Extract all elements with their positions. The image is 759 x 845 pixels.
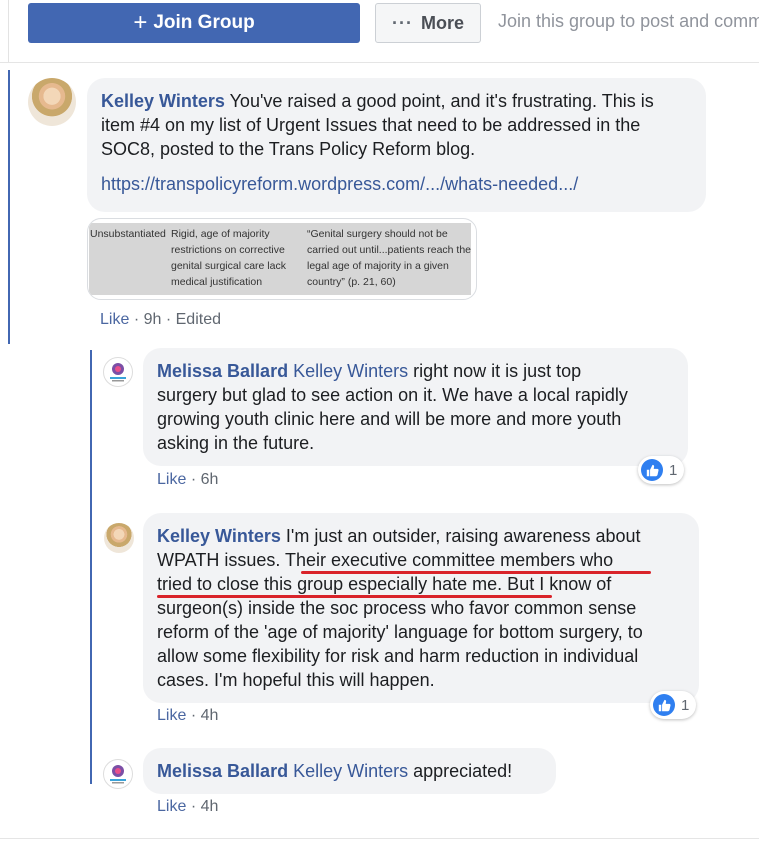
author-name[interactable]: Kelley Winters <box>157 526 281 546</box>
reply-text: growing youth clinic here and will be mo… <box>157 409 622 429</box>
more-label: More <box>420 12 464 33</box>
author-name[interactable]: Melissa Ballard <box>157 761 288 781</box>
reply-text: WPATH issues. Their executive committee … <box>157 550 614 570</box>
reply-text: asking in the future. <box>157 433 315 453</box>
plus-icon: + <box>133 9 148 36</box>
avatar-kelley-winters[interactable] <box>104 523 134 553</box>
attachment-image: Unsubstantiated Rigid, age of majority r… <box>89 223 471 295</box>
edited-label: Edited <box>175 311 221 328</box>
thread-line <box>8 70 10 344</box>
reply-thread-line <box>90 350 92 784</box>
comment-bubble: Kelley Winters You've raised a good poin… <box>87 78 706 212</box>
author-name[interactable]: Kelley Winters <box>101 91 225 111</box>
like-reaction-icon <box>653 694 675 716</box>
reply-text: reform of the 'age of majority' language… <box>157 622 643 642</box>
timestamp[interactable]: 6h <box>201 471 219 488</box>
attachment-cell: Rigid, age of majority restrictions on c… <box>171 228 286 288</box>
red-underline-annotation <box>301 571 651 574</box>
comment-actions: Like · 9h · Edited <box>100 311 221 328</box>
timestamp[interactable]: 9h <box>144 311 162 328</box>
logo-icon <box>110 765 126 784</box>
attachment-cell: “Genital surgery should not be carried o… <box>307 228 472 288</box>
like-button[interactable]: Like <box>157 707 186 724</box>
reply-bubble: Melissa Ballard Kelley Winters right now… <box>143 348 688 466</box>
red-underline-annotation <box>157 595 552 598</box>
join-group-label: Join Group <box>153 12 255 33</box>
reply-text: right now it is just top <box>408 361 582 381</box>
author-name[interactable]: Melissa Ballard <box>157 361 288 381</box>
group-action-bar: + Join Group ··· More Join this group to… <box>0 0 759 63</box>
like-button[interactable]: Like <box>157 471 186 488</box>
avatar-kelley-winters[interactable] <box>28 78 76 126</box>
avatar-melissa-ballard[interactable] <box>103 357 133 387</box>
avatar-melissa-ballard[interactable] <box>103 759 133 789</box>
ellipsis-icon: ··· <box>392 12 413 33</box>
reply-bubble: Kelley Winters I'm just an outsider, rai… <box>143 513 699 703</box>
attachment-cell: Unsubstantiated <box>90 228 166 240</box>
like-button[interactable]: Like <box>157 798 186 815</box>
reply-bubble: Melissa Ballard Kelley Winters appreciat… <box>143 748 556 794</box>
like-reaction-icon <box>641 459 663 481</box>
reaction-count[interactable]: 1 <box>638 456 685 484</box>
reply-actions: Like · 4h <box>157 707 219 724</box>
more-button[interactable]: ··· More <box>375 3 481 43</box>
divider <box>0 838 759 839</box>
like-button[interactable]: Like <box>100 311 129 328</box>
reaction-number: 1 <box>669 461 678 479</box>
reply-text: surgery but glad to see action on it. We… <box>157 385 628 405</box>
mention-link[interactable]: Kelley Winters <box>293 761 408 781</box>
mention-link[interactable]: Kelley Winters <box>293 361 408 381</box>
reaction-number: 1 <box>681 696 690 714</box>
timestamp[interactable]: 4h <box>201 707 219 724</box>
divider <box>8 0 9 62</box>
reply-actions: Like · 4h <box>157 798 219 815</box>
join-group-button[interactable]: + Join Group <box>28 3 360 43</box>
reaction-count[interactable]: 1 <box>650 691 697 719</box>
reply-text: appreciated! <box>408 761 513 781</box>
join-hint-text: Join this group to post and comm <box>498 11 759 31</box>
reply-text: surgeon(s) inside the soc process who fa… <box>157 598 637 618</box>
reply-actions: Like · 6h <box>157 471 219 488</box>
reply-text: allow some flexibility for risk and harm… <box>157 646 639 666</box>
reply-text: I'm just an outsider, raising awareness … <box>280 526 641 546</box>
reply-text: cases. I'm hopeful this will happen. <box>157 670 435 690</box>
logo-icon <box>110 363 126 382</box>
reply-text: tried to close this group especially hat… <box>157 574 612 594</box>
comment-link[interactable]: https://transpolicyreform.wordpress.com/… <box>101 172 692 196</box>
attachment-preview[interactable]: Unsubstantiated Rigid, age of majority r… <box>87 218 477 300</box>
timestamp[interactable]: 4h <box>201 798 219 815</box>
